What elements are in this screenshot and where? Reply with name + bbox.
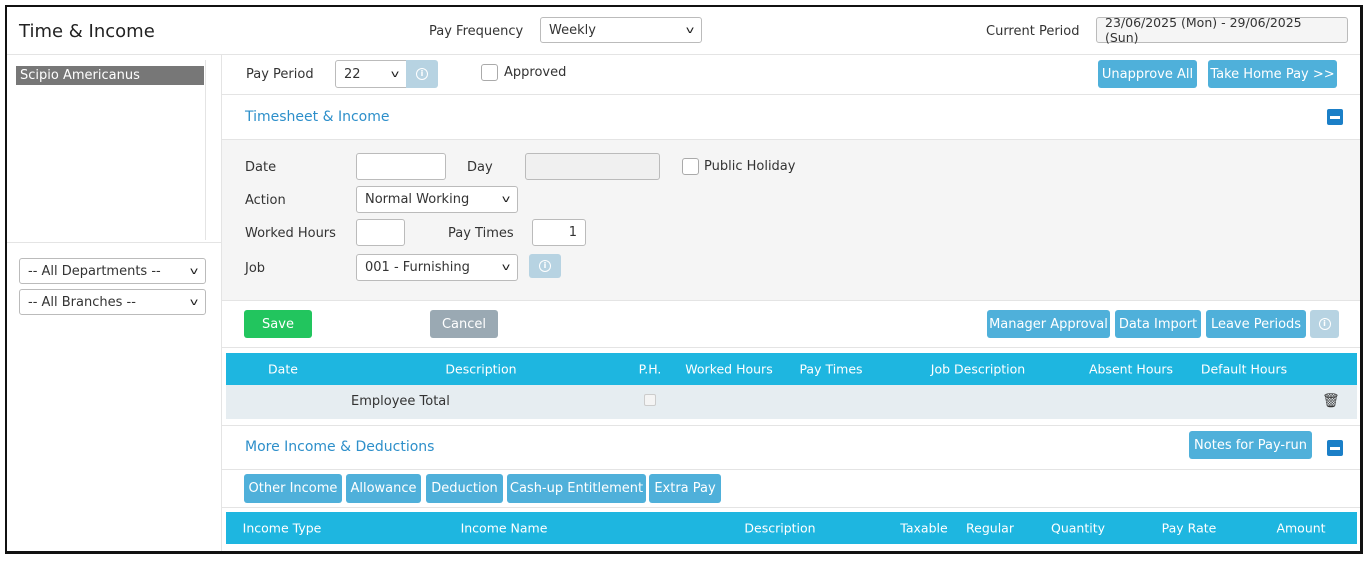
action-value: Normal Working xyxy=(365,192,470,207)
pay-period-select[interactable]: 22 v xyxy=(335,60,407,88)
take-home-pay-button[interactable]: Take Home Pay >> xyxy=(1208,60,1337,88)
col-income-type[interactable]: Income Type xyxy=(243,521,322,536)
chevron-down-icon: v xyxy=(189,296,199,308)
department-value: -- All Departments -- xyxy=(28,263,161,279)
collapse-more-income-icon[interactable] xyxy=(1327,440,1343,456)
col-regular[interactable]: Regular xyxy=(966,521,1014,536)
col-pay-rate[interactable]: Pay Rate xyxy=(1162,521,1217,536)
approved-checkbox[interactable] xyxy=(481,64,498,81)
pay-period-label: Pay Period xyxy=(246,67,314,82)
job-select[interactable]: 001 - Furnishing v xyxy=(356,254,518,281)
trash-icon[interactable]: 🗑 xyxy=(1322,393,1340,409)
timesheet-table-header: Date Description P.H. Worked Hours Pay T… xyxy=(226,353,1357,385)
current-period-label: Current Period xyxy=(986,24,1080,39)
job-info-button[interactable]: i xyxy=(529,254,561,278)
day-label: Day xyxy=(467,160,493,175)
app-window: Time & Income Pay Frequency Weekly v Curr… xyxy=(5,5,1363,554)
more-income-section-title: More Income & Deductions xyxy=(245,439,435,455)
col-quantity[interactable]: Quantity xyxy=(1051,521,1105,536)
info-button[interactable]: i xyxy=(1310,310,1339,338)
income-table-header: Income Type Income Name Description Taxa… xyxy=(226,512,1357,544)
action-select[interactable]: Normal Working v xyxy=(356,186,518,213)
notes-for-payrun-button[interactable]: Notes for Pay-run xyxy=(1189,431,1312,459)
pay-frequency-select[interactable]: Weekly v xyxy=(540,17,702,43)
employee-total-label: Employee Total xyxy=(351,394,450,409)
table-row-employee-total: Employee Total 🗑 xyxy=(226,385,1357,419)
col-job-description[interactable]: Job Description xyxy=(931,362,1025,377)
action-label: Action xyxy=(245,193,286,208)
col-taxable[interactable]: Taxable xyxy=(900,521,947,536)
info-icon: i xyxy=(416,68,428,80)
pay-frequency-value: Weekly xyxy=(549,22,596,38)
col-absent-hours[interactable]: Absent Hours xyxy=(1089,362,1173,377)
tab-extra-pay[interactable]: Extra Pay xyxy=(649,474,721,503)
timesheet-section-title: Timesheet & Income xyxy=(245,109,390,125)
data-import-button[interactable]: Data Import xyxy=(1115,310,1201,338)
date-input[interactable] xyxy=(356,153,446,180)
chevron-down-icon: v xyxy=(501,262,511,273)
public-holiday-label: Public Holiday xyxy=(704,159,796,174)
chevron-down-icon: v xyxy=(685,24,695,36)
chevron-down-icon: v xyxy=(501,194,511,205)
pay-times-input[interactable]: 1 xyxy=(532,219,586,246)
info-icon: i xyxy=(539,260,551,272)
col-date[interactable]: Date xyxy=(268,362,298,377)
col-amount[interactable]: Amount xyxy=(1276,521,1325,536)
pay-frequency-label: Pay Frequency xyxy=(429,24,524,39)
chevron-down-icon: v xyxy=(390,68,400,80)
branch-value: -- All Branches -- xyxy=(28,294,136,310)
employee-list-item[interactable]: Scipio Americanus xyxy=(16,66,204,85)
worked-hours-input[interactable] xyxy=(356,219,405,246)
page-title: Time & Income xyxy=(19,21,155,42)
branch-select[interactable]: -- All Branches -- v xyxy=(19,289,206,315)
col-description[interactable]: Description xyxy=(445,362,516,377)
col-ph[interactable]: P.H. xyxy=(639,362,662,377)
current-period-field: 23/06/2025 (Mon) - 29/06/2025 (Sun) xyxy=(1096,15,1348,45)
ph-checkbox xyxy=(644,394,656,406)
save-button[interactable]: Save xyxy=(244,310,312,338)
tab-cash-up-entitlement[interactable]: Cash-up Entitlement xyxy=(507,474,646,503)
col-pay-times[interactable]: Pay Times xyxy=(799,362,862,377)
col-default-hours[interactable]: Default Hours xyxy=(1201,362,1287,377)
cancel-button[interactable]: Cancel xyxy=(430,310,498,338)
collapse-timesheet-icon[interactable] xyxy=(1327,109,1343,125)
tab-allowance[interactable]: Allowance xyxy=(346,474,421,503)
manager-approval-button[interactable]: Manager Approval xyxy=(987,310,1110,338)
col-description[interactable]: Description xyxy=(744,521,815,536)
info-icon: i xyxy=(1318,318,1331,330)
col-worked-hours[interactable]: Worked Hours xyxy=(685,362,772,377)
col-income-name[interactable]: Income Name xyxy=(461,521,548,536)
employee-list-scrollbar[interactable] xyxy=(205,60,206,240)
public-holiday-checkbox[interactable] xyxy=(682,158,699,175)
job-label: Job xyxy=(245,261,266,276)
approved-label: Approved xyxy=(504,65,567,80)
date-label: Date xyxy=(245,160,277,175)
day-field xyxy=(525,153,660,180)
pay-period-value: 22 xyxy=(344,66,361,82)
pay-times-label: Pay Times xyxy=(448,226,514,241)
leave-periods-button[interactable]: Leave Periods xyxy=(1206,310,1306,338)
unapprove-all-button[interactable]: Unapprove All xyxy=(1098,60,1197,88)
tab-other-income[interactable]: Other Income xyxy=(244,474,342,503)
worked-hours-label: Worked Hours xyxy=(245,226,336,241)
tab-deduction[interactable]: Deduction xyxy=(426,474,503,503)
job-value: 001 - Furnishing xyxy=(365,260,470,275)
department-select[interactable]: -- All Departments -- v xyxy=(19,258,206,284)
pay-period-info-button[interactable]: i xyxy=(406,60,438,88)
chevron-down-icon: v xyxy=(189,265,199,277)
